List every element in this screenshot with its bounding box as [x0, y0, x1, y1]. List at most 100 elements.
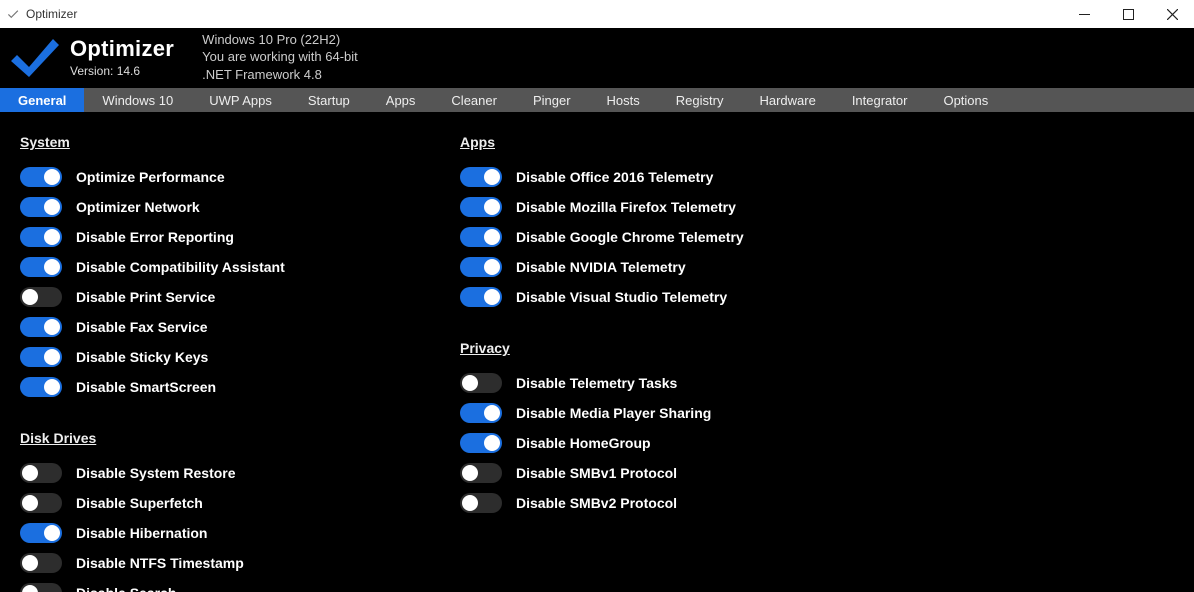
toggle-knob — [462, 465, 478, 481]
toggle-switch[interactable] — [20, 257, 62, 277]
app-title-block: Optimizer Version: 14.6 — [70, 36, 174, 78]
option-row: Disable SmartScreen — [20, 372, 460, 402]
toggle-knob — [484, 259, 500, 275]
option-row: Disable Error Reporting — [20, 222, 460, 252]
toggle-switch[interactable] — [460, 287, 502, 307]
tab-label: Pinger — [533, 93, 571, 108]
app-body: Optimizer Version: 14.6 Windows 10 Pro (… — [0, 28, 1194, 592]
tab-general[interactable]: General — [0, 88, 84, 112]
close-button[interactable] — [1150, 0, 1194, 28]
tab-label: Hardware — [759, 93, 815, 108]
right-column: AppsDisable Office 2016 TelemetryDisable… — [460, 124, 900, 592]
toggle-switch[interactable] — [20, 553, 62, 573]
tab-options[interactable]: Options — [925, 88, 1006, 112]
toggle-switch[interactable] — [20, 347, 62, 367]
toggle-switch[interactable] — [20, 583, 62, 592]
toggle-switch[interactable] — [460, 197, 502, 217]
tab-hosts[interactable]: Hosts — [589, 88, 658, 112]
tab-label: Integrator — [852, 93, 908, 108]
app-icon — [6, 7, 20, 21]
toggle-switch[interactable] — [460, 227, 502, 247]
toggle-switch[interactable] — [20, 493, 62, 513]
toggle-switch[interactable] — [20, 287, 62, 307]
tab-pinger[interactable]: Pinger — [515, 88, 589, 112]
option-label: Disable Hibernation — [76, 525, 207, 541]
toggle-knob — [484, 405, 500, 421]
toggle-switch[interactable] — [20, 167, 62, 187]
option-row: Disable Superfetch — [20, 488, 460, 518]
option-row: Disable HomeGroup — [460, 428, 900, 458]
toggle-switch[interactable] — [460, 463, 502, 483]
toggle-knob — [22, 555, 38, 571]
tab-label: Apps — [386, 93, 416, 108]
toggle-switch[interactable] — [20, 377, 62, 397]
tab-uwp[interactable]: UWP Apps — [191, 88, 290, 112]
option-row: Disable NTFS Timestamp — [20, 548, 460, 578]
titlebar[interactable]: Optimizer — [0, 0, 1194, 28]
option-row: Disable Visual Studio Telemetry — [460, 282, 900, 312]
system-info: Windows 10 Pro (22H2) You are working wi… — [202, 31, 358, 84]
tab-label: Options — [943, 93, 988, 108]
tab-label: Registry — [676, 93, 724, 108]
toggle-switch[interactable] — [20, 463, 62, 483]
window-controls — [1062, 0, 1194, 28]
tab-label: Cleaner — [451, 93, 497, 108]
option-row: Disable Sticky Keys — [20, 342, 460, 372]
toggle-switch[interactable] — [460, 373, 502, 393]
app-header: Optimizer Version: 14.6 Windows 10 Pro (… — [0, 28, 1194, 88]
option-label: Disable Visual Studio Telemetry — [516, 289, 727, 305]
toggle-switch[interactable] — [460, 257, 502, 277]
toggle-switch[interactable] — [460, 493, 502, 513]
tab-bar: General Windows 10 UWP Apps Startup Apps Clea… — [0, 88, 1194, 112]
toggle-switch[interactable] — [20, 317, 62, 337]
option-row: Disable Google Chrome Telemetry — [460, 222, 900, 252]
toggle-knob — [484, 289, 500, 305]
option-row: Disable NVIDIA Telemetry — [460, 252, 900, 282]
tab-startup[interactable]: Startup — [290, 88, 368, 112]
toggle-knob — [462, 375, 478, 391]
window-title: Optimizer — [26, 7, 77, 21]
tab-cleaner[interactable]: Cleaner — [433, 88, 515, 112]
toggle-knob — [44, 259, 60, 275]
maximize-button[interactable] — [1106, 0, 1150, 28]
option-label: Optimizer Network — [76, 199, 200, 215]
content-area: System Optimize Performance Optimizer Netw… — [0, 112, 1194, 592]
option-label: Disable Telemetry Tasks — [516, 375, 677, 391]
toggle-knob — [22, 289, 38, 305]
minimize-button[interactable] — [1062, 0, 1106, 28]
section-title: System — [20, 134, 460, 150]
toggle-knob — [484, 169, 500, 185]
toggle-knob — [484, 199, 500, 215]
toggle-switch[interactable] — [460, 433, 502, 453]
option-label: Disable Mozilla Firefox Telemetry — [516, 199, 736, 215]
app-name: Optimizer — [70, 36, 174, 62]
option-label: Disable Sticky Keys — [76, 349, 208, 365]
toggle-knob — [44, 319, 60, 335]
tab-label: Startup — [308, 93, 350, 108]
toggle-switch[interactable] — [20, 227, 62, 247]
option-label: Disable HomeGroup — [516, 435, 651, 451]
toggle-switch[interactable] — [20, 197, 62, 217]
toggle-knob — [44, 379, 60, 395]
toggle-switch[interactable] — [20, 523, 62, 543]
toggle-knob — [44, 349, 60, 365]
tab-apps[interactable]: Apps — [368, 88, 434, 112]
tab-integrator[interactable]: Integrator — [834, 88, 926, 112]
section-title: Disk Drives — [20, 430, 460, 446]
tab-hardware[interactable]: Hardware — [741, 88, 833, 112]
tab-label: UWP Apps — [209, 93, 272, 108]
app-version: Version: 14.6 — [70, 64, 174, 78]
tab-registry[interactable]: Registry — [658, 88, 742, 112]
framework-info: .NET Framework 4.8 — [202, 66, 358, 84]
tab-label: General — [18, 93, 66, 108]
option-label: Optimize Performance — [76, 169, 225, 185]
toggle-switch[interactable] — [460, 403, 502, 423]
option-label: Disable Error Reporting — [76, 229, 234, 245]
option-label: Disable NTFS Timestamp — [76, 555, 244, 571]
tab-windows10[interactable]: Windows 10 — [84, 88, 191, 112]
toggle-switch[interactable] — [460, 167, 502, 187]
toggle-knob — [462, 495, 478, 511]
toggle-knob — [22, 465, 38, 481]
option-row: Disable Compatibility Assistant — [20, 252, 460, 282]
option-row: Disable SMBv1 Protocol — [460, 458, 900, 488]
